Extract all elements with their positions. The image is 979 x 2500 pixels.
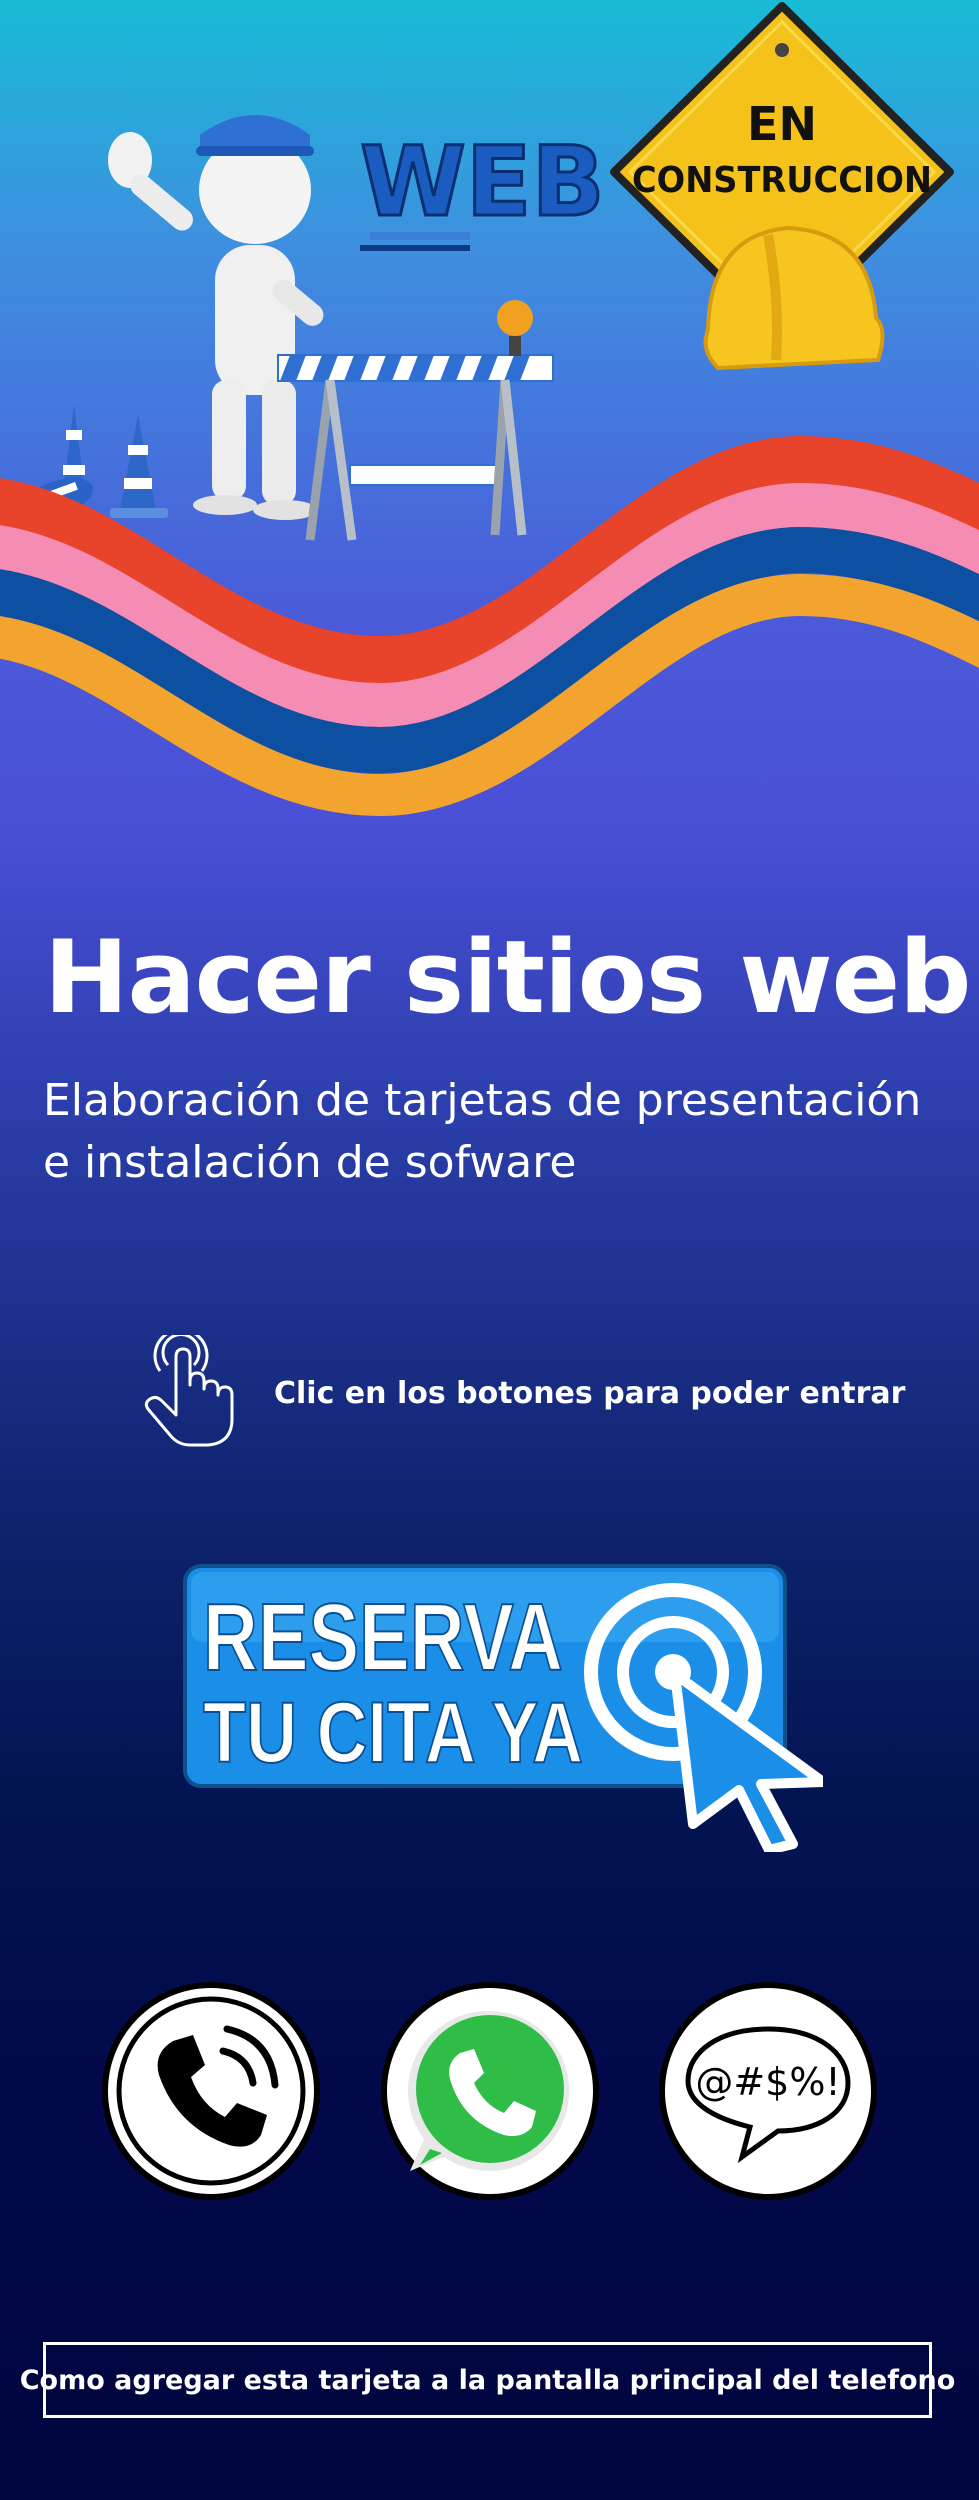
whatsapp-button[interactable]	[380, 1981, 600, 2201]
reserve-line1: RESERVA	[203, 1584, 563, 1691]
wave-stripes	[0, 435, 979, 817]
reserve-line2: TU CITA YA	[203, 1685, 583, 1781]
page-subtitle: Elaboración de tarjetas de presentación …	[43, 1075, 922, 1188]
page: WEB EN CONSTRUCCION Hacer sitios web Ela…	[0, 0, 979, 2500]
add-to-home-screen-link[interactable]: Como agregar esta tarjeta a la pantalla …	[20, 2342, 955, 2418]
hand-pointer-icon	[144, 1335, 234, 1447]
whatsapp-icon	[381, 1982, 599, 2200]
phone-icon	[102, 1982, 320, 2200]
phone-call-button[interactable]	[101, 1981, 321, 2201]
instruction-hint: Clic en los botones para poder entrar	[138, 1335, 905, 1451]
chat-bubble-icon: @#$%!	[659, 1982, 877, 2200]
web-logo: WEB	[359, 125, 606, 251]
sign-line2: CONSTRUCCION	[632, 160, 932, 201]
web-logo-text: WEB	[360, 126, 605, 238]
sign-line1: EN	[747, 97, 817, 151]
message-button[interactable]: @#$%!	[658, 1981, 878, 2201]
reserve-appointment-button[interactable]: RESERVA TU CITA YA	[183, 1562, 823, 1852]
hint-text: Clic en los botones para poder entrar	[274, 1375, 906, 1411]
chat-bubble-text: @#$%!	[695, 2060, 840, 2104]
under-construction-sign: EN CONSTRUCCION	[610, 2, 954, 371]
page-title: Hacer sitios web	[44, 918, 971, 1036]
